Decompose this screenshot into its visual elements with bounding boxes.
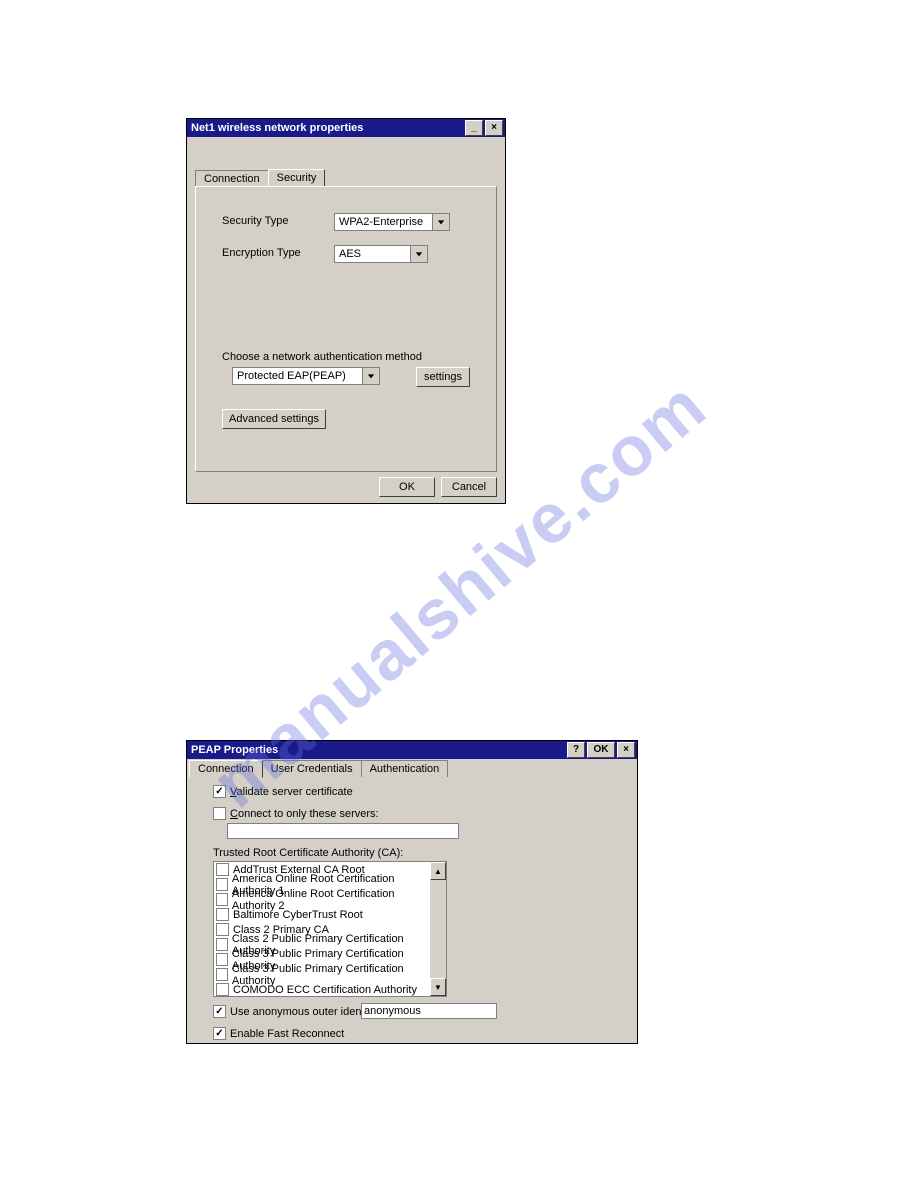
chevron-down-icon bbox=[410, 246, 427, 262]
ca-item-checkbox[interactable] bbox=[216, 953, 228, 966]
tab-authentication[interactable]: Authentication bbox=[361, 760, 449, 778]
window-title: Net1 wireless network properties bbox=[191, 119, 463, 137]
titlebar: PEAP Properties ? OK × bbox=[187, 741, 637, 759]
cancel-button[interactable]: Cancel bbox=[441, 477, 497, 497]
tab-security[interactable]: Security bbox=[268, 169, 326, 186]
ca-item-checkbox[interactable] bbox=[216, 908, 229, 921]
trusted-ca-listbox[interactable]: AddTrust External CA RootAmerica Online … bbox=[213, 861, 447, 997]
chevron-down-icon bbox=[432, 214, 449, 230]
encryption-type-value: AES bbox=[335, 248, 410, 260]
security-type-label: Security Type bbox=[222, 215, 288, 227]
tab-user-credentials[interactable]: User Credentials bbox=[262, 760, 362, 778]
titlebar: Net1 wireless network properties _ × bbox=[187, 119, 505, 137]
ca-item-checkbox[interactable] bbox=[216, 938, 228, 951]
ca-item-checkbox[interactable] bbox=[216, 893, 228, 906]
auth-method-select[interactable]: Protected EAP(PEAP) bbox=[232, 367, 380, 385]
close-button[interactable]: × bbox=[617, 742, 635, 758]
minimize-button[interactable]: _ bbox=[465, 120, 483, 136]
chevron-down-icon bbox=[362, 368, 379, 384]
ca-item-checkbox[interactable] bbox=[216, 878, 228, 891]
ca-item-label: Baltimore CyberTrust Root bbox=[233, 909, 363, 921]
fast-reconnect-checkbox[interactable]: ✓ bbox=[213, 1027, 226, 1040]
ca-item-checkbox[interactable] bbox=[216, 923, 229, 936]
validate-cert-checkbox[interactable]: ✓ bbox=[213, 785, 226, 798]
auth-method-label: Choose a network authentication method bbox=[222, 351, 422, 363]
peap-properties-window: PEAP Properties ? OK × Connection User C… bbox=[186, 740, 638, 1044]
help-button[interactable]: ? bbox=[567, 742, 585, 758]
advanced-settings-button[interactable]: Advanced settings bbox=[222, 409, 326, 429]
security-type-select[interactable]: WPA2-Enterprise bbox=[334, 213, 450, 231]
ca-item-checkbox[interactable] bbox=[216, 863, 229, 876]
anonymous-identity-label: Use anonymous outer identity bbox=[230, 1006, 376, 1018]
auth-method-value: Protected EAP(PEAP) bbox=[233, 370, 362, 382]
servers-input[interactable] bbox=[227, 823, 459, 839]
anonymous-identity-input[interactable]: anonymous bbox=[361, 1003, 497, 1019]
connect-only-label: Connect to only these servers: bbox=[230, 808, 379, 820]
connect-only-checkbox[interactable] bbox=[213, 807, 226, 820]
ok-button[interactable]: OK bbox=[379, 477, 435, 497]
scroll-track[interactable] bbox=[430, 880, 446, 978]
tab-bar: Connection Security bbox=[195, 169, 501, 186]
scroll-down-icon[interactable]: ▼ bbox=[430, 978, 446, 996]
tab-connection[interactable]: Connection bbox=[189, 760, 263, 778]
tab-bar: Connection User Credentials Authenticati… bbox=[189, 760, 637, 778]
ca-item-checkbox[interactable] bbox=[216, 983, 229, 996]
wireless-properties-window: Net1 wireless network properties _ × Con… bbox=[186, 118, 506, 504]
encryption-type-label: Encryption Type bbox=[222, 247, 301, 259]
scrollbar[interactable]: ▲ ▼ bbox=[430, 862, 446, 996]
security-type-value: WPA2-Enterprise bbox=[335, 216, 432, 228]
ok-button[interactable]: OK bbox=[587, 742, 615, 758]
tab-connection[interactable]: Connection bbox=[195, 170, 269, 187]
ca-item-checkbox[interactable] bbox=[216, 968, 228, 981]
validate-cert-label: Validate server certificate bbox=[230, 786, 353, 798]
list-item[interactable]: America Online Root Certification Author… bbox=[214, 892, 430, 907]
list-item[interactable]: COMODO ECC Certification Authority bbox=[214, 982, 430, 996]
settings-button[interactable]: settings bbox=[416, 367, 470, 387]
fast-reconnect-label: Enable Fast Reconnect bbox=[230, 1028, 344, 1040]
close-button[interactable]: × bbox=[485, 120, 503, 136]
encryption-type-select[interactable]: AES bbox=[334, 245, 428, 263]
anonymous-identity-checkbox[interactable]: ✓ bbox=[213, 1005, 226, 1018]
scroll-up-icon[interactable]: ▲ bbox=[430, 862, 446, 880]
ca-item-label: COMODO ECC Certification Authority bbox=[233, 984, 417, 996]
tab-page-security: Security Type WPA2-Enterprise Encryption… bbox=[195, 186, 497, 472]
list-item[interactable]: Class 3 Public Primary Certification Aut… bbox=[214, 967, 430, 982]
trusted-ca-label: Trusted Root Certificate Authority (CA): bbox=[213, 847, 403, 859]
tab-page-connection: ✓ Validate server certificate Connect to… bbox=[189, 777, 635, 1041]
window-title: PEAP Properties bbox=[191, 741, 565, 759]
